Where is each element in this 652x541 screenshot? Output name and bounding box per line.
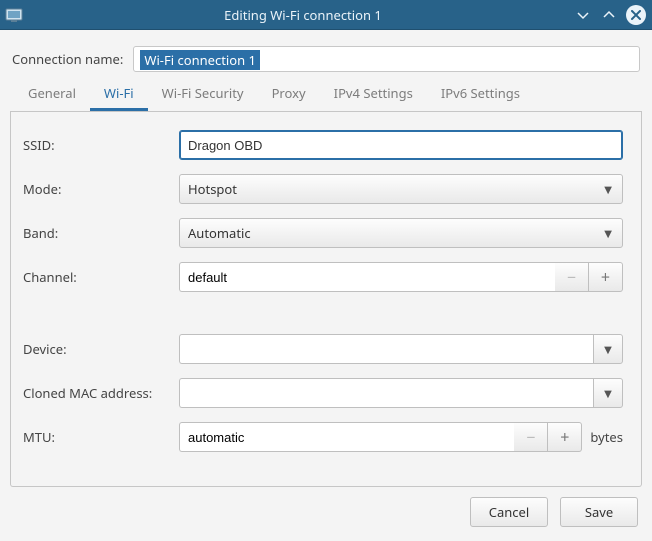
maximize-icon[interactable]: [600, 6, 618, 24]
chevron-down-icon: ▼: [604, 182, 612, 196]
tab-wifi-security[interactable]: Wi-Fi Security: [148, 78, 258, 111]
tab-general[interactable]: General: [14, 78, 90, 111]
connection-name-row: Connection name: Wi-Fi connection 1: [12, 46, 640, 72]
tab-proxy[interactable]: Proxy: [258, 78, 320, 111]
mtu-input[interactable]: [179, 422, 514, 452]
tab-ipv4[interactable]: IPv4 Settings: [320, 78, 427, 111]
ssid-input[interactable]: [179, 130, 623, 160]
chevron-down-icon: ▼: [604, 386, 612, 400]
cloned-mac-row: Cloned MAC address: ▼: [23, 378, 623, 408]
tab-wifi[interactable]: Wi-Fi: [90, 78, 148, 111]
chevron-down-icon: ▼: [604, 226, 612, 240]
mode-label: Mode:: [23, 180, 179, 198]
connection-name-label: Connection name:: [12, 50, 123, 68]
mtu-decrement-button[interactable]: −: [514, 422, 548, 452]
band-label: Band:: [23, 224, 179, 242]
band-value: Automatic: [188, 224, 251, 242]
channel-increment-button[interactable]: +: [589, 262, 623, 292]
mtu-unit-label: bytes: [590, 428, 623, 446]
mtu-label: MTU:: [23, 428, 179, 446]
chevron-down-icon: ▼: [604, 342, 612, 356]
cancel-button[interactable]: Cancel: [470, 497, 548, 527]
minimize-icon[interactable]: [574, 6, 592, 24]
wifi-form-panel: SSID: Mode: Hotspot ▼ Band: Automatic: [10, 112, 642, 487]
channel-input[interactable]: [179, 262, 555, 292]
titlebar: Editing Wi-Fi connection 1: [0, 0, 652, 30]
close-icon[interactable]: [626, 5, 646, 25]
window-body: Connection name: Wi-Fi connection 1 Gene…: [0, 30, 652, 541]
app-icon: [4, 6, 24, 24]
device-dropdown-button[interactable]: ▼: [593, 334, 623, 364]
window: Editing Wi-Fi connection 1 Connection na…: [0, 0, 652, 541]
band-select[interactable]: Automatic ▼: [179, 218, 623, 248]
channel-row: Channel: − +: [23, 262, 623, 292]
band-row: Band: Automatic ▼: [23, 218, 623, 248]
mode-row: Mode: Hotspot ▼: [23, 174, 623, 204]
save-button[interactable]: Save: [560, 497, 638, 527]
mtu-increment-button[interactable]: +: [548, 422, 582, 452]
mode-select[interactable]: Hotspot ▼: [179, 174, 623, 204]
cloned-mac-dropdown-button[interactable]: ▼: [593, 378, 623, 408]
window-title: Editing Wi-Fi connection 1: [32, 6, 574, 24]
channel-label: Channel:: [23, 268, 179, 286]
cloned-mac-label: Cloned MAC address:: [23, 384, 179, 402]
ssid-label: SSID:: [23, 136, 179, 154]
cloned-mac-input[interactable]: [179, 378, 593, 408]
device-label: Device:: [23, 340, 179, 358]
device-input[interactable]: [179, 334, 593, 364]
dialog-footer: Cancel Save: [10, 487, 642, 531]
tab-ipv6[interactable]: IPv6 Settings: [427, 78, 534, 111]
connection-name-input[interactable]: Wi-Fi connection 1: [133, 46, 640, 72]
ssid-row: SSID:: [23, 130, 623, 160]
channel-decrement-button[interactable]: −: [555, 262, 589, 292]
window-controls: [574, 5, 646, 25]
section-gap: [23, 306, 623, 320]
mode-value: Hotspot: [188, 180, 237, 198]
connection-name-selection: Wi-Fi connection 1: [140, 50, 260, 70]
mtu-row: MTU: − + bytes: [23, 422, 623, 452]
device-row: Device: ▼: [23, 334, 623, 364]
tab-bar: General Wi-Fi Wi-Fi Security Proxy IPv4 …: [10, 82, 642, 112]
